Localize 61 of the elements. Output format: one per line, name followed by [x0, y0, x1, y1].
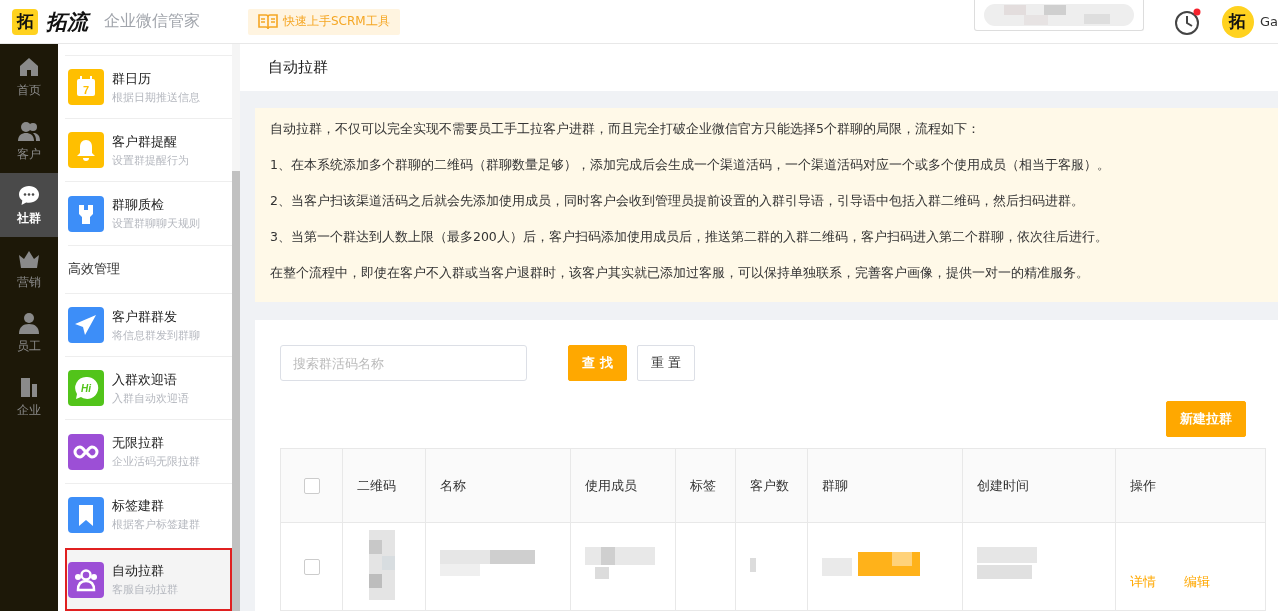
notice-paragraph: 自动拉群，不仅可以完全实现不需要员工手工拉客户进群，而且完全打破企业微信官方只能选择5个群聊的局限，流程如下： — [270, 120, 981, 138]
nav-item[interactable]: 营销 — [0, 237, 58, 301]
menu-item-description: 设置群聊聊天规则 — [112, 216, 200, 231]
menu-item-title: 无限拉群 — [112, 434, 165, 452]
menu-item-description: 企业活码无限拉群 — [112, 454, 200, 469]
nav-item[interactable]: 首页 — [0, 45, 58, 109]
bubble-icon: Hi — [68, 370, 104, 407]
menu-item[interactable]: 标签建群 根据客户标签建群 — [65, 482, 232, 546]
menu-item[interactable]: 群聊质检 设置群聊聊天规则 — [65, 181, 232, 245]
person-icon — [18, 311, 40, 334]
column-header: 名称 — [425, 448, 571, 523]
house-icon — [18, 55, 40, 78]
nav-item[interactable]: 客户 — [0, 109, 58, 173]
chat-bubble-icon — [18, 183, 40, 206]
logo-mark: 拓 — [12, 8, 38, 35]
product-name: 企业微信管家 — [104, 11, 200, 32]
menu-item-title: 群日历 — [112, 69, 152, 88]
menu-item-title: 客户群提醒 — [112, 132, 178, 151]
column-header: 标签 — [675, 448, 736, 523]
checkbox[interactable] — [303, 477, 320, 494]
menu-item[interactable]: 客户群提醒 设置群提醒行为 — [65, 118, 232, 182]
nav-item[interactable]: 企业 — [0, 365, 58, 429]
column-header: 群聊 — [807, 448, 963, 523]
page-title: 自动拉群 — [268, 58, 328, 77]
building-icon — [18, 375, 40, 398]
book-icon — [258, 13, 278, 30]
menu-item[interactable]: 7 群日历 根据日期推送信息 — [65, 55, 232, 119]
notice-paragraph: 1、在本系统添加多个群聊的二维码（群聊数量足够），添加完成后会生成一个渠道活码，一个渠道活码对应一个或多个使用成员（相当于客服）。 — [270, 156, 1111, 174]
column-header: 操作 — [1115, 448, 1266, 523]
column-header: 使用成员 — [570, 448, 676, 523]
menu-item[interactable]: 客户群群发 将信息群发到群聊 — [65, 293, 232, 357]
menu-item-description: 入群自动欢迎语 — [112, 390, 189, 406]
calendar-icon: 7 — [68, 69, 104, 106]
menu-item-title: 自动拉群 — [112, 562, 165, 581]
column-header: 二维码 — [342, 448, 426, 523]
column-header: 创建时间 — [962, 448, 1116, 523]
notice-paragraph: 在整个流程中，即使在客户不入群或当客户退群时，该客户其实就已添加过客服，可以保持单独联系，完善客户画像，提供一对一的精准服务。 — [270, 264, 1090, 282]
clock-icon[interactable] — [1173, 7, 1202, 36]
scrollbar[interactable] — [232, 44, 240, 611]
menu-item-title: 客户群群发 — [112, 307, 178, 326]
menu-item-title: 标签建群 — [112, 497, 165, 516]
blurred-field[interactable] — [973, 0, 1144, 31]
notice-paragraph: 3、当第一个群达到人数上限（最多200人）后，客户扫码添加使用成员后，推送第二群的入群二维码，客户扫码进入第二个群聊，依次往后进行。 — [270, 228, 1109, 246]
checkbox[interactable] — [303, 558, 320, 575]
people-icon — [18, 119, 40, 142]
menu-item-description: 根据客户标签建群 — [112, 517, 200, 533]
menu-item-description: 根据日期推送信息 — [112, 89, 200, 105]
nav-item[interactable]: 社群 — [0, 173, 58, 237]
reset-button[interactable]: 重 置 — [636, 345, 695, 381]
column-header: 客户数 — [735, 448, 808, 523]
nav-item[interactable]: 员工 — [0, 301, 58, 365]
menu-item-description: 设置群提醒行为 — [112, 152, 189, 168]
search-field[interactable]: 搜索群活码名称 — [280, 345, 527, 381]
menu-item-description: 将信息群发到群聊 — [112, 327, 200, 343]
menu-item[interactable]: Hi 入群欢迎语 入群自动欢迎语 — [65, 356, 232, 420]
notice-paragraph: 2、当客户扫该渠道活码之后就会先添加使用成员，同时客户会收到管理员提前设置的入群引导语，引导语中包括入群二维码，然后扫码进群。 — [270, 192, 1085, 210]
user-name[interactable]: Ga — [1259, 14, 1278, 29]
menu-item-title: 群聊质检 — [112, 196, 165, 214]
menu-item[interactable]: 无限拉群 企业活码无限拉群 — [65, 419, 232, 483]
avatar[interactable]: 拓 — [1221, 5, 1254, 38]
menu-item-title: 入群欢迎语 — [112, 370, 178, 389]
